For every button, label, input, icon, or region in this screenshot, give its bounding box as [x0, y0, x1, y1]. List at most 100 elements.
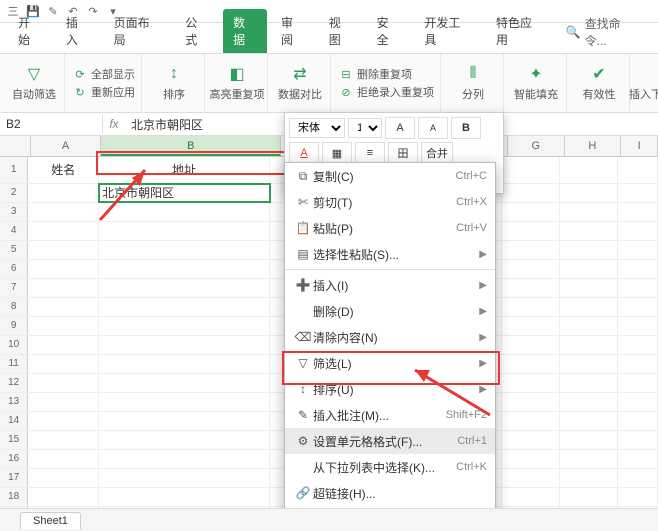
cell[interactable] [560, 260, 618, 278]
cell[interactable] [618, 203, 658, 221]
context-menu-item[interactable]: ✄剪切(T)Ctrl+X [285, 189, 495, 215]
cell[interactable] [560, 203, 618, 221]
tab-security[interactable]: 安全 [367, 9, 411, 53]
cell[interactable] [502, 488, 560, 506]
merge-button[interactable]: 合并 [421, 142, 453, 164]
align-button[interactable]: ≡ [355, 142, 385, 164]
row-header[interactable]: 14 [0, 412, 28, 430]
size-select[interactable]: 11 [348, 118, 382, 138]
highlight-dup-button[interactable]: ◧高亮重复项 [207, 54, 268, 112]
name-box[interactable]: B2 [0, 115, 103, 133]
row-header[interactable]: 1 [0, 157, 28, 183]
cell[interactable]: 地址 [99, 157, 270, 183]
cell[interactable] [28, 488, 99, 506]
show-all-button[interactable]: ⟳全部显示 [73, 66, 135, 82]
cell[interactable] [560, 279, 618, 297]
row-header[interactable]: 11 [0, 355, 28, 373]
tab-layout[interactable]: 页面布局 [104, 9, 172, 53]
context-menu-item[interactable]: ➕插入(I)▶ [285, 272, 495, 298]
cell[interactable] [618, 488, 658, 506]
cell[interactable] [502, 355, 560, 373]
cell[interactable] [502, 260, 560, 278]
cell[interactable] [99, 279, 270, 297]
cell[interactable] [28, 184, 99, 202]
row-header[interactable]: 3 [0, 203, 28, 221]
context-menu-item[interactable]: 📋粘贴(P)Ctrl+V [285, 215, 495, 241]
cell[interactable] [502, 336, 560, 354]
context-menu-item[interactable]: ⧉复制(C)Ctrl+C [285, 163, 495, 189]
insert-dropdown-button[interactable]: ▾插入下拉列表 [632, 54, 658, 112]
cell[interactable] [99, 298, 270, 316]
cell[interactable] [502, 317, 560, 335]
cell[interactable] [28, 336, 99, 354]
split-button[interactable]: ⫴分列 [443, 54, 504, 112]
cell[interactable] [99, 222, 270, 240]
tab-insert[interactable]: 插入 [56, 9, 100, 53]
cell[interactable] [28, 355, 99, 373]
cell[interactable] [28, 450, 99, 468]
cell[interactable] [560, 450, 618, 468]
cell[interactable] [28, 431, 99, 449]
cell[interactable] [560, 355, 618, 373]
cell[interactable] [28, 374, 99, 392]
row-header[interactable]: 9 [0, 317, 28, 335]
context-menu-item[interactable]: ⚙设置单元格格式(F)...Ctrl+1 [285, 428, 495, 454]
col-G[interactable]: G [508, 136, 565, 156]
col-I[interactable]: I [621, 136, 658, 156]
cell[interactable] [28, 222, 99, 240]
cell[interactable] [28, 469, 99, 487]
cell[interactable] [28, 412, 99, 430]
col-B[interactable]: B [101, 136, 281, 156]
cell[interactable] [618, 336, 658, 354]
cell[interactable] [618, 469, 658, 487]
row-header[interactable]: 10 [0, 336, 28, 354]
cell[interactable] [502, 393, 560, 411]
cell[interactable] [560, 488, 618, 506]
cell[interactable] [560, 374, 618, 392]
cell[interactable] [560, 222, 618, 240]
row-header[interactable]: 6 [0, 260, 28, 278]
row-header[interactable]: 17 [0, 469, 28, 487]
active-cell[interactable]: 北京市朝阳区 [99, 184, 270, 202]
remove-dup-button[interactable]: ⊟删除重复项 [339, 66, 412, 82]
cell[interactable] [99, 355, 270, 373]
cell[interactable] [99, 431, 270, 449]
cell[interactable] [99, 374, 270, 392]
cell[interactable] [28, 298, 99, 316]
cell[interactable] [99, 241, 270, 259]
cell[interactable] [560, 336, 618, 354]
cell[interactable] [502, 222, 560, 240]
cell[interactable] [618, 431, 658, 449]
borders-button[interactable]: 田 [388, 142, 418, 164]
context-menu-item[interactable]: ▤选择性粘贴(S)...▶ [285, 241, 495, 267]
cell[interactable] [560, 298, 618, 316]
cell[interactable] [502, 203, 560, 221]
context-menu-item[interactable]: ⌫清除内容(N)▶ [285, 324, 495, 350]
row-header[interactable]: 12 [0, 374, 28, 392]
cell[interactable] [99, 260, 270, 278]
cell[interactable] [502, 184, 560, 202]
cell[interactable] [99, 336, 270, 354]
row-header[interactable]: 2 [0, 184, 28, 202]
row-header[interactable]: 5 [0, 241, 28, 259]
cell[interactable] [28, 203, 99, 221]
cell[interactable] [99, 488, 270, 506]
cell[interactable] [618, 393, 658, 411]
validation-button[interactable]: ✔有效性 [569, 54, 630, 112]
context-menu-item[interactable]: ▽筛选(L)▶ [285, 350, 495, 376]
row-header[interactable]: 16 [0, 450, 28, 468]
cell[interactable] [99, 393, 270, 411]
reject-dup-button[interactable]: ⊘拒绝录入重复项 [339, 84, 434, 100]
font-select[interactable]: 宋体 [289, 118, 345, 138]
cell[interactable] [28, 279, 99, 297]
bold-button[interactable]: B [451, 117, 481, 139]
cell[interactable] [28, 317, 99, 335]
cell[interactable] [618, 374, 658, 392]
cell[interactable] [99, 450, 270, 468]
cell[interactable] [560, 184, 618, 202]
fill-color-button[interactable]: ▦ [322, 142, 352, 164]
compare-button[interactable]: ⇄数据对比 [270, 54, 331, 112]
col-H[interactable]: H [565, 136, 622, 156]
context-menu-item[interactable]: ↕排序(U)▶ [285, 376, 495, 402]
cell[interactable] [502, 157, 560, 183]
